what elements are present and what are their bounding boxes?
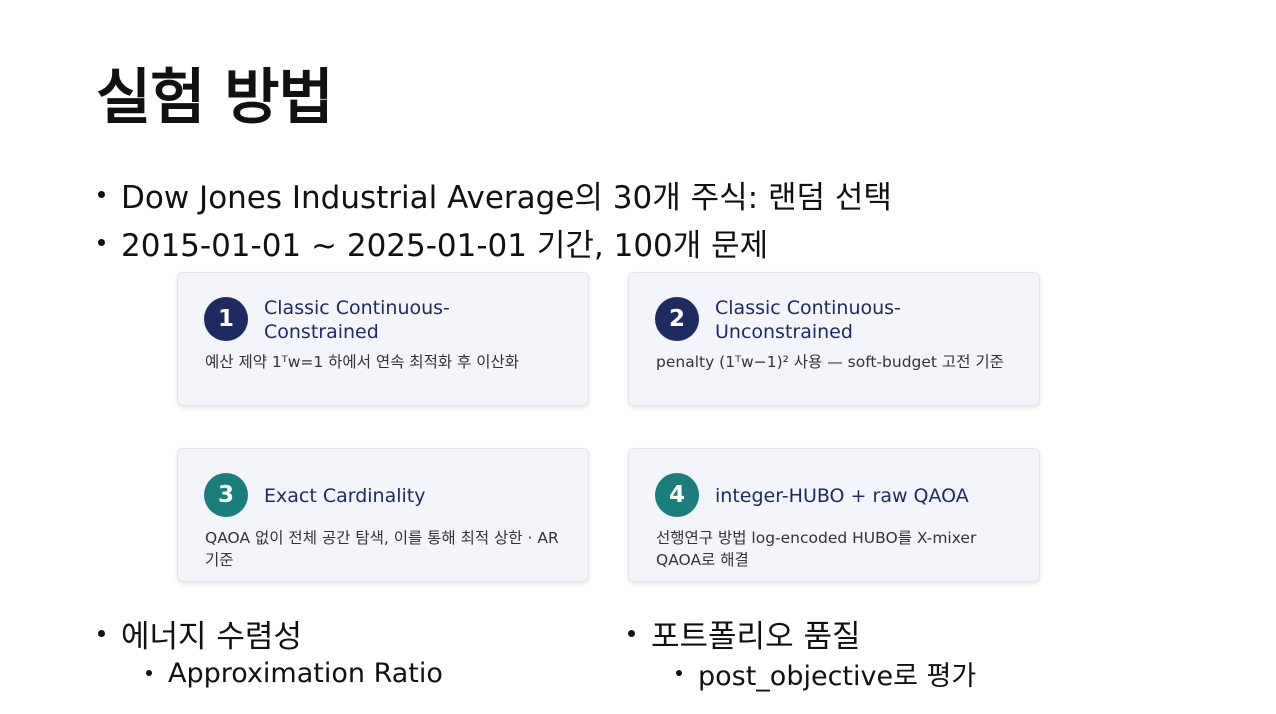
sub-bullet-item: post_objective로 평가 (674, 656, 977, 692)
card-title: Classic Continuous-Unconstrained (715, 297, 901, 343)
sub-bullet-text: Approximation Ratio (168, 657, 443, 689)
number-badge: 2 (655, 297, 699, 341)
method-card-1: 1 Classic Continuous-Constrained 예산 제약 1… (177, 272, 589, 406)
bullet-text: Dow Jones Industrial Average의 30개 주식: 랜덤… (121, 179, 892, 216)
bullet-item: 에너지 수렴성 (96, 610, 443, 656)
bullet-item: 포트폴리오 품질 (626, 610, 976, 656)
card-description: 선행연구 방법 log-encoded HUBO를 X-mixer QAOA로 … (656, 529, 977, 569)
card-title: integer-HUBO + raw QAOA (715, 485, 969, 507)
bullet-dot-icon (98, 190, 105, 198)
number-badge: 1 (204, 297, 248, 341)
number-badge: 3 (204, 473, 248, 517)
card-description: penalty (1ᵀw−1)² 사용 — soft-budget 고전 기준 (656, 353, 1004, 371)
number-badge: 4 (655, 473, 699, 517)
bullet-text: 에너지 수렴성 (121, 618, 302, 655)
bullet-text: 2015-01-01 ~ 2025-01-01 기간, 100개 문제 (121, 227, 769, 264)
method-card-2: 2 Classic Continuous-Unconstrained penal… (628, 272, 1040, 406)
bullet-dot-icon (98, 238, 105, 246)
bullet-item: 2015-01-01 ~ 2025-01-01 기간, 100개 문제 (96, 218, 892, 266)
sub-bullet-text: post_objective로 평가 (698, 660, 977, 692)
lower-left-bullets: 에너지 수렴성 Approximation Ratio (96, 610, 443, 690)
slide-title: 실험 방법 (96, 63, 334, 133)
lower-right-bullets: 포트폴리오 품질 post_objective로 평가 (626, 610, 977, 692)
top-bullet-list: Dow Jones Industrial Average의 30개 주식: 랜덤… (96, 170, 892, 266)
card-description: QAOA 없이 전체 공간 탐색, 이를 통해 최적 상한 · AR 기준 (205, 529, 559, 569)
card-description: 예산 제약 1ᵀw=1 하에서 연속 최적화 후 이산화 (205, 353, 520, 371)
bullet-text: 포트폴리오 품질 (651, 618, 861, 655)
sub-bullet-item: Approximation Ratio (144, 656, 443, 690)
card-title: Classic Continuous-Constrained (264, 297, 450, 343)
bullet-dot-icon (628, 629, 635, 637)
method-card-4: 4 integer-HUBO + raw QAOA 선행연구 방법 log-en… (628, 448, 1040, 582)
bullet-dot-icon (98, 629, 105, 637)
bullet-dot-icon (676, 670, 682, 676)
card-title: Exact Cardinality (264, 485, 426, 507)
bullet-dot-icon (146, 670, 152, 676)
bullet-item: Dow Jones Industrial Average의 30개 주식: 랜덤… (96, 170, 892, 218)
method-card-3: 3 Exact Cardinality QAOA 없이 전체 공간 탐색, 이를… (177, 448, 589, 582)
